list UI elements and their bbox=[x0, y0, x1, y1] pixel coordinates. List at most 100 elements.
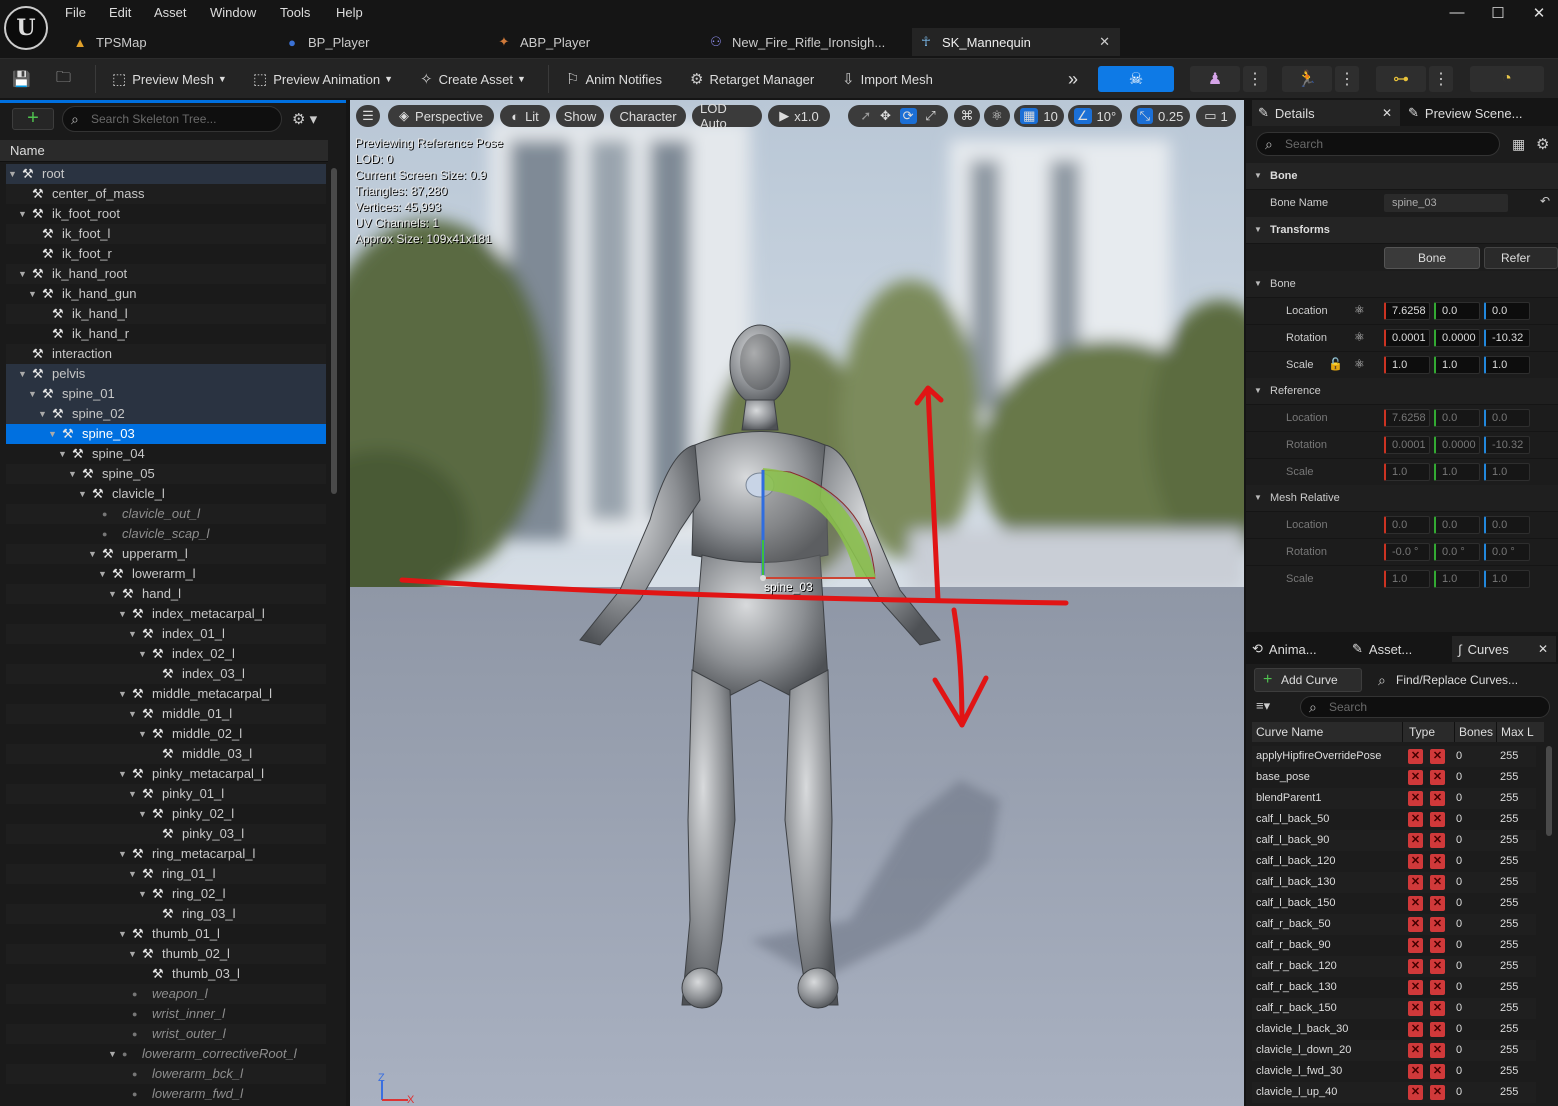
expander-icon[interactable]: ▼ bbox=[118, 684, 127, 704]
expander-icon[interactable]: ▼ bbox=[128, 624, 137, 644]
curve-row[interactable]: calf_l_back_90 ✕ ✕ 0 255 bbox=[1252, 830, 1536, 851]
blueprint-mode-options[interactable]: ⋮ bbox=[1429, 66, 1453, 92]
physics-mode-button[interactable]: ◔ bbox=[1470, 66, 1544, 92]
expander-icon[interactable]: ▼ bbox=[88, 544, 97, 564]
maximize-button[interactable]: ☐ bbox=[1483, 4, 1513, 24]
preview-animation-button[interactable]: ⬚ Preview Animation ▼ bbox=[253, 67, 393, 91]
tree-row[interactable]: ⚒ ik_hand_l bbox=[6, 304, 326, 324]
expander-icon[interactable]: ▼ bbox=[48, 424, 57, 444]
tree-row[interactable]: ▼ ⚒ spine_01 bbox=[6, 384, 326, 404]
tree-row[interactable]: ▼ ⚒ middle_metacarpal_l bbox=[6, 684, 326, 704]
mesh-mode-button[interactable]: ♟ bbox=[1190, 66, 1240, 92]
vector-z-field[interactable]: -10.32 bbox=[1484, 329, 1530, 347]
material-type-icon[interactable]: ✕ bbox=[1430, 791, 1445, 806]
morph-target-type-icon[interactable]: ✕ bbox=[1408, 854, 1423, 869]
tab-details[interactable]: ✎ Details ✕ bbox=[1252, 100, 1400, 126]
section-bone[interactable]: ▼ Bone bbox=[1246, 163, 1558, 189]
expand-toolbar-icon[interactable]: » bbox=[1068, 67, 1078, 91]
morph-target-type-icon[interactable]: ✕ bbox=[1408, 1085, 1423, 1100]
tree-row[interactable]: ⚒ ik_hand_r bbox=[6, 324, 326, 344]
curve-row[interactable]: calf_r_back_90 ✕ ✕ 0 255 bbox=[1252, 935, 1536, 956]
tree-row[interactable]: ⚒ center_of_mass bbox=[6, 184, 326, 204]
vector-x-field[interactable]: 0.0001 bbox=[1384, 436, 1430, 454]
tree-row[interactable]: ● lowerarm_fwd_l bbox=[6, 1084, 326, 1104]
tree-row[interactable]: ● weapon_l bbox=[6, 984, 326, 1004]
curve-row[interactable]: calf_l_back_130 ✕ ✕ 0 255 bbox=[1252, 872, 1536, 893]
tree-row[interactable]: ▼ ⚒ thumb_01_l bbox=[6, 924, 326, 944]
select-tool-icon[interactable]: ➚ bbox=[860, 108, 871, 124]
expander-icon[interactable]: ▼ bbox=[138, 804, 147, 824]
curve-row[interactable]: clavicle_l_back_30 ✕ ✕ 0 255 bbox=[1252, 1019, 1536, 1040]
expander-icon[interactable]: ▼ bbox=[128, 704, 137, 724]
morph-target-type-icon[interactable]: ✕ bbox=[1408, 896, 1423, 911]
vector-z-field[interactable]: 0.0 ° bbox=[1484, 543, 1530, 561]
add-curve-button[interactable]: + Add Curve bbox=[1254, 668, 1362, 692]
vector-z-field[interactable]: 1.0 bbox=[1484, 463, 1530, 481]
lod-button[interactable]: LOD Auto bbox=[692, 101, 762, 131]
morph-target-type-icon[interactable]: ✕ bbox=[1408, 1064, 1423, 1079]
morph-target-type-icon[interactable]: ✕ bbox=[1408, 938, 1423, 953]
curve-row[interactable]: calf_r_back_50 ✕ ✕ 0 255 bbox=[1252, 914, 1536, 935]
playback-speed-button[interactable]: ▶ x1.0 bbox=[768, 105, 830, 127]
curve-row[interactable]: blendParent1 ✕ ✕ 0 255 bbox=[1252, 788, 1536, 809]
tree-scrollbar[interactable] bbox=[331, 168, 337, 494]
tab-asset-details[interactable]: ✎ Asset... bbox=[1352, 636, 1448, 662]
vector-z-field[interactable]: 0.0 bbox=[1484, 516, 1530, 534]
morph-target-type-icon[interactable]: ✕ bbox=[1408, 959, 1423, 974]
expander-icon[interactable]: ▼ bbox=[108, 584, 117, 604]
tree-row[interactable]: ▼ ⚒ middle_01_l bbox=[6, 704, 326, 724]
tree-row[interactable]: ⚒ ring_03_l bbox=[6, 904, 326, 924]
name-column-header[interactable]: Name bbox=[0, 140, 328, 162]
vector-y-field[interactable]: 1.0 bbox=[1434, 570, 1480, 588]
material-type-icon[interactable]: ✕ bbox=[1430, 812, 1445, 827]
menu-tools[interactable]: Tools bbox=[280, 5, 310, 20]
curve-row[interactable]: clavicle_l_fwd_30 ✕ ✕ 0 255 bbox=[1252, 1061, 1536, 1082]
lock-icon[interactable]: 🔓 bbox=[1328, 357, 1343, 371]
tree-row[interactable]: ⚒ interaction bbox=[6, 344, 326, 364]
expander-icon[interactable]: ▼ bbox=[98, 564, 107, 584]
col-max-lod[interactable]: Max L bbox=[1496, 722, 1544, 742]
import-mesh-button[interactable]: ⇩ Import Mesh bbox=[842, 67, 933, 91]
tree-row[interactable]: ▼ ⚒ index_01_l bbox=[6, 624, 326, 644]
vector-y-field[interactable]: 1.0 bbox=[1434, 356, 1480, 374]
morph-target-type-icon[interactable]: ✕ bbox=[1408, 749, 1423, 764]
browse-button[interactable]: 🗀 bbox=[56, 67, 77, 91]
tab-anim-curves[interactable]: ⟲ Anima... bbox=[1252, 636, 1346, 662]
create-asset-button[interactable]: ✧ Create Asset ▼ bbox=[420, 67, 526, 91]
tree-row[interactable]: ⚒ pinky_03_l bbox=[6, 824, 326, 844]
vector-y-field[interactable]: 0.0000 bbox=[1434, 329, 1480, 347]
col-type[interactable]: Type bbox=[1402, 722, 1435, 742]
curve-row[interactable]: calf_r_back_150 ✕ ✕ 0 255 bbox=[1252, 998, 1536, 1019]
tree-row[interactable]: ▼ ⚒ clavicle_l bbox=[6, 484, 326, 504]
animation-mode-button[interactable]: 🏃 bbox=[1282, 66, 1332, 92]
tab-curves[interactable]: ∫ Curves ✕ bbox=[1452, 636, 1556, 662]
morph-target-type-icon[interactable]: ✕ bbox=[1408, 980, 1423, 995]
section-transforms[interactable]: ▼ Transforms bbox=[1246, 217, 1558, 243]
tab-fire-rifle-anim[interactable]: ⚇ New_Fire_Rifle_Ironsigh... bbox=[702, 28, 908, 56]
expander-icon[interactable]: ▼ bbox=[28, 284, 37, 304]
col-curve-name[interactable]: Curve Name bbox=[1256, 722, 1323, 742]
vector-y-field[interactable]: 0.0 bbox=[1434, 516, 1480, 534]
tree-row[interactable]: ▼ ⚒ ik_foot_root bbox=[6, 204, 326, 224]
material-type-icon[interactable]: ✕ bbox=[1430, 1022, 1445, 1037]
tree-row[interactable]: ▼ ● lowerarm_correctiveRoot_l bbox=[6, 1044, 326, 1064]
vector-y-field[interactable]: 1.0 bbox=[1434, 463, 1480, 481]
morph-target-type-icon[interactable]: ✕ bbox=[1408, 1022, 1423, 1037]
expander-icon[interactable]: ▼ bbox=[18, 364, 27, 384]
space-toggle-icon[interactable]: ⚛ bbox=[1354, 303, 1365, 317]
morph-target-type-icon[interactable]: ✕ bbox=[1408, 1043, 1423, 1058]
expander-icon[interactable]: ▼ bbox=[138, 724, 147, 744]
rotate-tool-icon[interactable]: ⟳ bbox=[899, 108, 917, 124]
character-button[interactable]: Character bbox=[610, 105, 686, 127]
expander-icon[interactable]: ▼ bbox=[118, 924, 127, 944]
expander-icon[interactable]: ▼ bbox=[8, 164, 17, 184]
skeleton-search-input[interactable]: ⌕ Search Skeleton Tree... bbox=[62, 106, 282, 132]
curve-row[interactable]: calf_r_back_120 ✕ ✕ 0 255 bbox=[1252, 956, 1536, 977]
translate-tool-icon[interactable]: ✥ bbox=[880, 108, 891, 124]
menu-asset[interactable]: Asset bbox=[154, 5, 187, 20]
tree-row[interactable]: ● wrist_inner_l bbox=[6, 1004, 326, 1024]
morph-target-type-icon[interactable]: ✕ bbox=[1408, 812, 1423, 827]
tree-row[interactable]: ▼ ⚒ pinky_metacarpal_l bbox=[6, 764, 326, 784]
expander-icon[interactable]: ▼ bbox=[138, 644, 147, 664]
tree-row[interactable]: ⚒ index_03_l bbox=[6, 664, 326, 684]
